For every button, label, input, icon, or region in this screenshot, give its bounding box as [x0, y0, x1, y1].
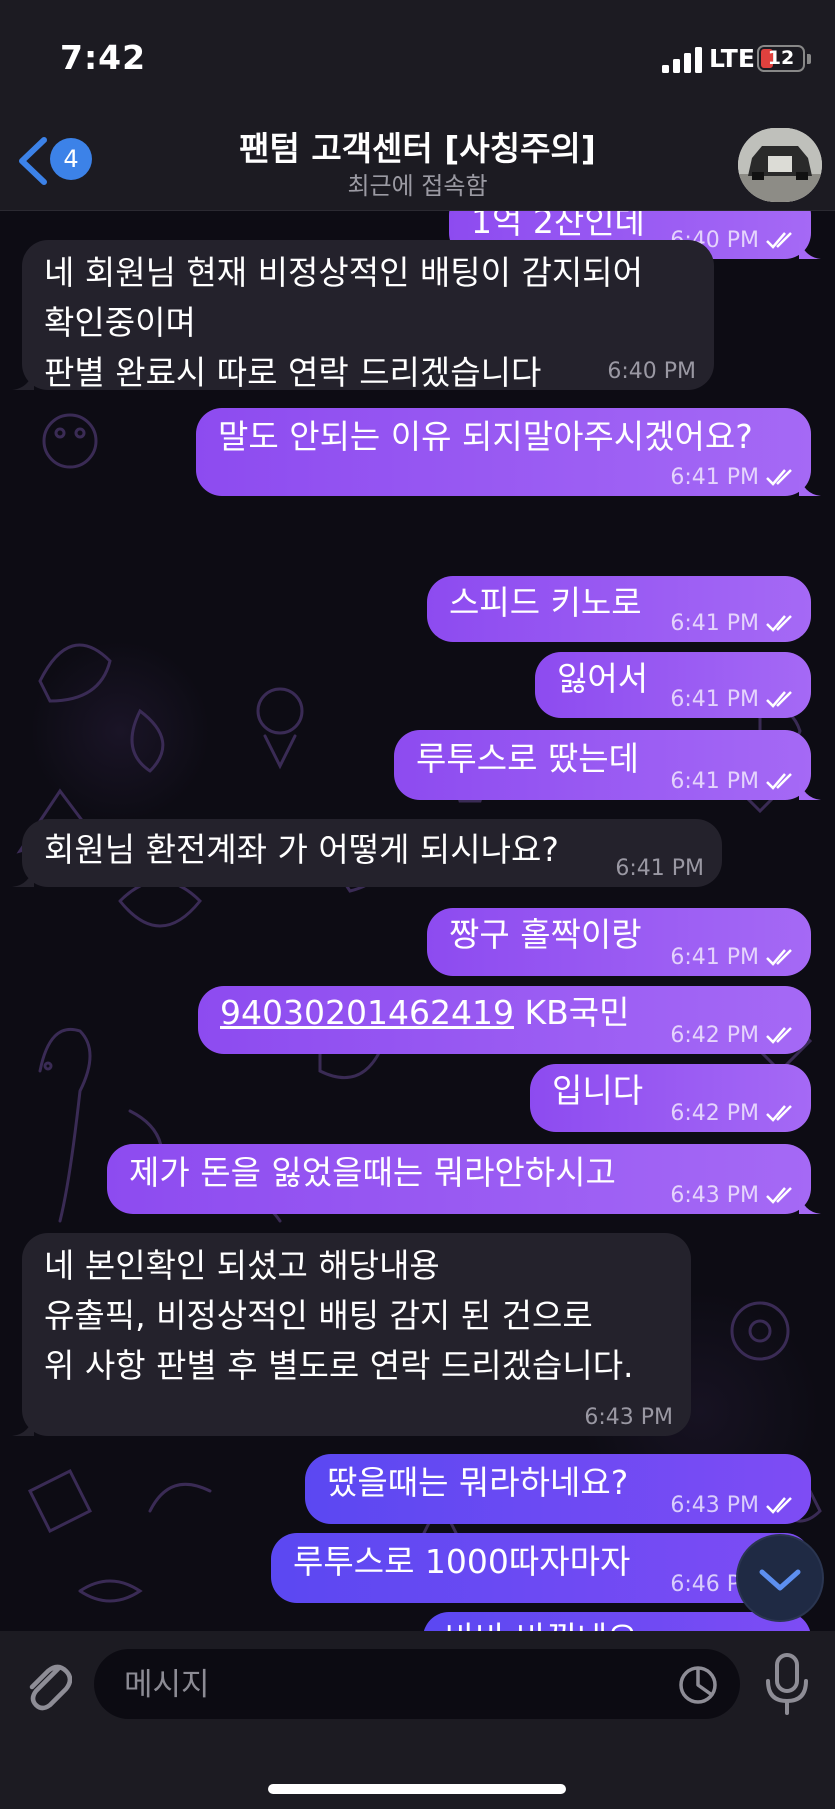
message-meta: 6:41 PM [670, 466, 797, 490]
message-text: 회원님 환전계좌 가 어떻게 되시나요? [44, 830, 559, 869]
double-check-icon [766, 1027, 792, 1044]
message-outgoing[interactable]: 짱구 홀짝이랑 6:41 PM [427, 908, 811, 976]
message-meta: 6:42 PM [670, 1024, 797, 1048]
status-time: 7:42 [60, 38, 147, 77]
home-indicator[interactable] [268, 1784, 566, 1794]
message-outgoing[interactable]: 땄을때는 뭐라하네요? 6:43 PM [305, 1454, 811, 1524]
message-time: 6:43 PM [670, 1493, 759, 1518]
message-outgoing[interactable]: 스피드 키노로 6:41 PM [427, 576, 811, 642]
message-time: 6:42 PM [670, 1101, 759, 1126]
message-line: 네 회원님 현재 비정상적인 배팅이 감지되어 [44, 253, 643, 292]
avatar[interactable] [738, 128, 822, 202]
double-check-icon [766, 469, 792, 486]
message-incoming[interactable]: 네 회원님 현재 비정상적인 배팅이 감지되어 확인중이며 판별 완료시 따로 … [12, 240, 714, 392]
sticker-icon[interactable] [678, 1665, 718, 1705]
status-bar: 7:42 LTE 12 [0, 0, 835, 110]
message-text: 루투스로 땄는데 [416, 739, 640, 778]
message-text: 짱구 홀짝이랑 [449, 915, 642, 954]
message-time: 6:41 PM [670, 945, 759, 970]
message-time: 6:42 PM [670, 1023, 759, 1048]
message-outgoing[interactable]: 제가 돈을 잃었을때는 뭐라안하시고 6:43 PM [107, 1144, 821, 1214]
message-meta: 6:43 PM [670, 1494, 797, 1518]
message-time: 6:41 PM [615, 856, 704, 881]
message-meta: 6:41 PM [670, 688, 797, 712]
chat-header: 4 팬텀 고객센터 [사칭주의] 최근에 접속함 [0, 110, 835, 211]
message-text: 바바 바꿨네요 [445, 1619, 638, 1631]
message-meta: 6:41 PM [670, 946, 797, 970]
message-incoming[interactable]: 회원님 환전계좌 가 어떻게 되시나요? 6:41 PM [12, 819, 722, 887]
message-meta: 6:41 PM [670, 612, 797, 636]
double-check-icon [766, 691, 792, 708]
message-meta: 6:41 PM [670, 770, 797, 794]
scroll-to-bottom-button[interactable] [738, 1536, 822, 1620]
message-text: 잃어서 [557, 659, 649, 698]
battery-icon: 12 [757, 45, 805, 72]
chevron-down-icon [759, 1569, 801, 1591]
message-meta: 6:42 PM [670, 1102, 797, 1126]
car-photo-icon [738, 128, 822, 202]
message-input[interactable] [122, 1649, 666, 1721]
message-text: 땄을때는 뭐라하네요? [327, 1463, 629, 1502]
message-time: 6:40 PM [607, 359, 696, 384]
message-time: 6:41 PM [670, 611, 759, 636]
battery-level: 12 [767, 47, 795, 69]
message-time: 6:41 PM [670, 465, 759, 490]
double-check-icon [766, 1105, 792, 1122]
double-check-icon [766, 949, 792, 966]
message-text: 루투스로 1000따자마자 [293, 1542, 631, 1581]
message-text: 입니다 [552, 1071, 644, 1110]
network-type: LTE [709, 44, 755, 73]
message-input-field[interactable] [94, 1649, 740, 1721]
message-line: 위 사항 판별 후 별도로 연락 드리겠습니다. [44, 1346, 634, 1385]
message-text: 제가 돈을 잃었을때는 뭐라안하시고 [129, 1153, 616, 1192]
paperclip-icon[interactable] [22, 1655, 72, 1713]
message-line: 판별 완료시 따로 연락 드리겠습니다 [44, 353, 542, 392]
message-text: 스피드 키노로 [449, 583, 642, 622]
microphone-icon[interactable] [764, 1653, 810, 1717]
double-check-icon [766, 1497, 792, 1514]
message-outgoing[interactable]: 루투스로 1000따자마자 6:46 PM [271, 1533, 811, 1603]
message-line: 유출픽, 비정상적인 배팅 감지 된 건으로 [44, 1296, 593, 1335]
message-line: 네 본인확인 되셨고 해당내용 [44, 1246, 440, 1285]
message-list[interactable]: 1억 2잔인데 6:40 PM 네 회원님 현재 비정상적인 배팅이 감지되어 … [0, 211, 835, 1631]
message-line: 확인중이며 [44, 303, 196, 342]
double-check-icon [766, 1187, 792, 1204]
message-text: KB국민 [513, 993, 630, 1032]
composer-bar [0, 1631, 835, 1809]
message-outgoing[interactable]: 말도 안되는 이유 되지말아주시겠어요? 6:41 PM [196, 408, 821, 496]
chat-title[interactable]: 팬텀 고객센터 [사칭주의] [0, 122, 835, 170]
message-incoming[interactable]: 네 본인확인 되셨고 해당내용 유출픽, 비정상적인 배팅 감지 된 건으로 위… [12, 1233, 691, 1436]
account-number-link[interactable]: 94030201462419 [220, 993, 514, 1032]
message-outgoing[interactable]: 잃어서 6:41 PM [535, 652, 811, 718]
message-outgoing[interactable]: 입니다 6:42 PM [530, 1064, 811, 1132]
message-outgoing[interactable]: 루투스로 땄는데 6:41 PM [394, 730, 821, 800]
message-time: 6:43 PM [584, 1405, 673, 1430]
message-text: 1억 2잔인데 [471, 211, 645, 241]
message-meta: 6:43 PM [670, 1184, 797, 1208]
cellular-signal-icon [662, 47, 702, 73]
message-time: 6:43 PM [670, 1183, 759, 1208]
last-seen-status: 최근에 접속함 [347, 172, 488, 200]
message-time: 6:41 PM [670, 769, 759, 794]
message-outgoing[interactable]: 94030201462419 KB국민 6:42 PM [198, 986, 811, 1054]
double-check-icon [766, 615, 792, 632]
double-check-icon [766, 232, 792, 249]
message-text: 말도 안되는 이유 되지말아주시겠어요? [218, 417, 753, 456]
message-time: 6:41 PM [670, 687, 759, 712]
double-check-icon [766, 773, 792, 790]
